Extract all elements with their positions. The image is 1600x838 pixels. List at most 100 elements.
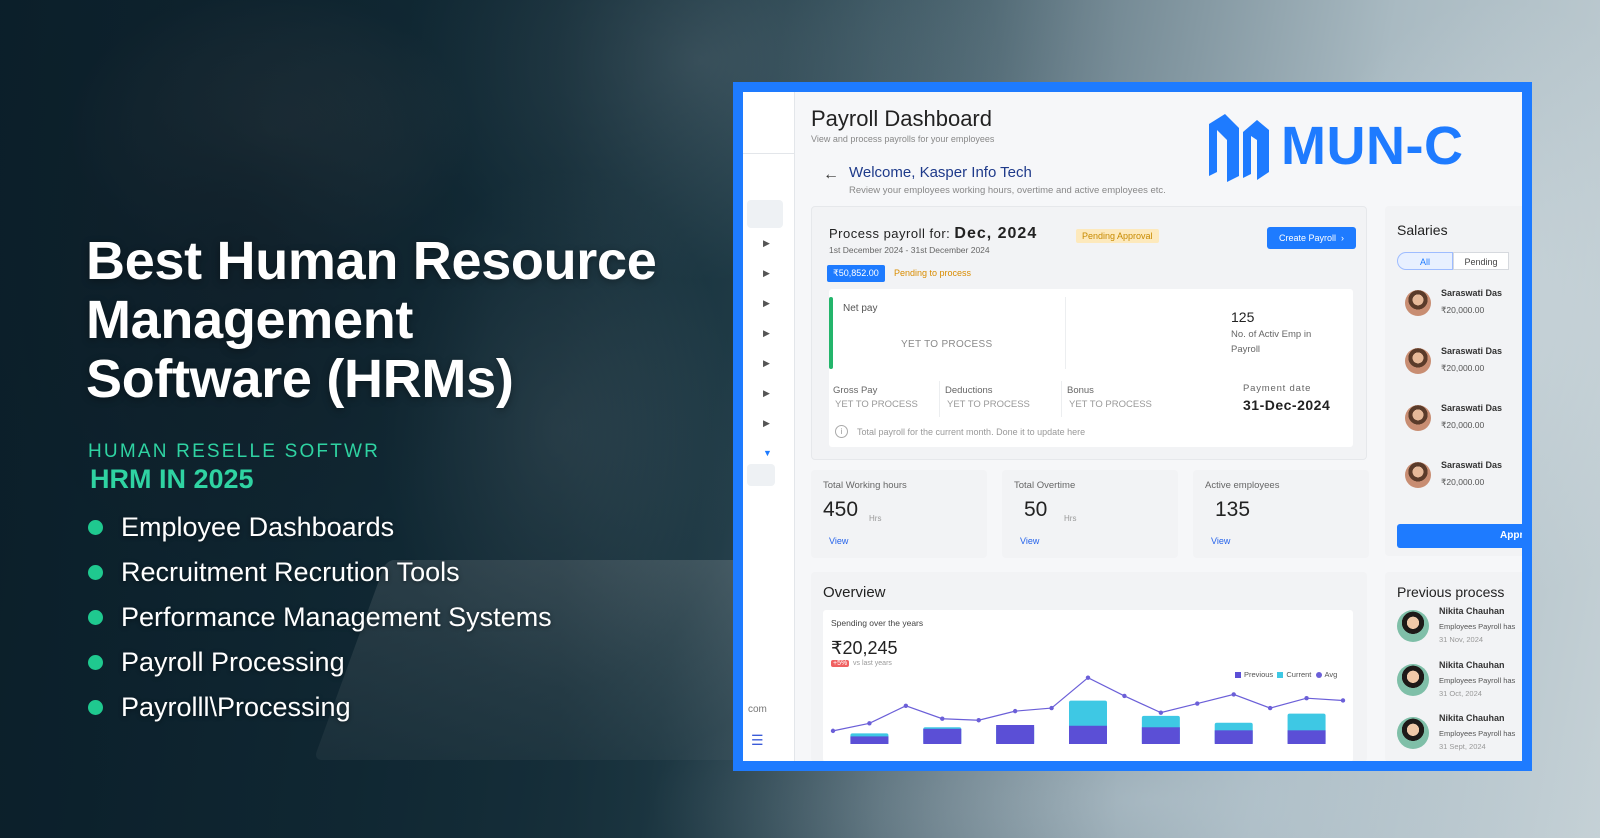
- back-arrow-icon[interactable]: ←: [823, 166, 839, 184]
- logo-mark-icon: [1209, 114, 1269, 182]
- avg-point: [1012, 708, 1018, 714]
- process-label-text: Process payroll for:: [829, 226, 951, 241]
- stat-label: Total Overtime: [1014, 480, 1076, 491]
- stat-card-active-employees: Active employees 135 View: [1193, 470, 1369, 558]
- salary-amount: ₹20,000.00: [1441, 363, 1485, 373]
- chevron-right-icon[interactable]: ▶: [763, 388, 770, 399]
- active-emp-label: No. of Activ Emp in Payroll: [1231, 329, 1312, 355]
- avg-point: [830, 728, 836, 734]
- salary-name: Saraswati Das: [1441, 460, 1503, 470]
- salaries-tabs: All Pending: [1397, 252, 1509, 270]
- avg-point: [1122, 693, 1127, 699]
- payroll-dashboard: ▶ ▶ ▶ ▶ ▶ ▶ ▶ ▼ com ☰ Payroll Dashboard …: [743, 92, 1522, 761]
- bullet-dot-icon: [88, 520, 103, 535]
- stat-card-working-hours: Total Working hours 450 Hrs View: [811, 470, 987, 558]
- avg-point: [976, 718, 981, 723]
- process-dates: 1st December 2024 - 31st December 2024: [829, 245, 990, 255]
- bullet-dot-icon: [88, 565, 103, 580]
- headline-line-2: Management: [86, 290, 414, 350]
- chevron-right-icon[interactable]: ▶: [763, 268, 770, 279]
- payroll-summary: Net pay YET TO PROCESS 125 No. of Activ …: [829, 289, 1353, 447]
- process-label: Process payroll for: Dec, 2024: [829, 225, 1037, 243]
- page-title: Payroll Dashboard: [811, 106, 992, 131]
- bar-previous: [1069, 725, 1107, 744]
- avg-point: [1085, 675, 1091, 680]
- view-link[interactable]: View: [1020, 536, 1039, 546]
- bar-previous: [1141, 727, 1180, 744]
- sidebar-footer-text: com: [748, 704, 767, 715]
- headline-line-1: Best Human Resource: [86, 231, 657, 291]
- previous-process-panel: Previous process Nikita Chauhan Employee…: [1385, 572, 1522, 761]
- sidebar-item[interactable]: [747, 464, 775, 486]
- divider: [939, 381, 940, 417]
- stat-value: 135: [1215, 498, 1251, 521]
- salaries-panel: Salaries All Pending Saraswati Das ₹20,0…: [1385, 206, 1522, 556]
- deductions-value: YET TO PROCESS: [947, 399, 1030, 410]
- stat-unit: Hrs: [869, 514, 882, 523]
- stat-card-overtime: Total Overtime 50 Hrs View: [1002, 470, 1178, 558]
- feature-item: Recruitment Recrution Tools: [88, 550, 552, 595]
- previous-name: Nikita Chauhan: [1439, 713, 1505, 723]
- pending-note: Pending to process: [894, 268, 972, 278]
- create-payroll-button[interactable]: Create Payroll ›: [1266, 227, 1356, 249]
- avg-point: [940, 716, 945, 721]
- avg-point: [1267, 705, 1273, 711]
- view-link[interactable]: View: [829, 536, 848, 546]
- salaries-title: Salaries: [1397, 222, 1448, 238]
- stat-label: Active employees: [1205, 480, 1280, 491]
- approve-button[interactable]: Approv: [1397, 524, 1522, 548]
- divider: [1065, 297, 1066, 369]
- avatar: [1397, 664, 1429, 696]
- chevron-right-icon[interactable]: ▶: [763, 298, 770, 309]
- menu-icon[interactable]: ☰: [751, 732, 764, 749]
- avatar: [1405, 348, 1431, 374]
- chevron-right-icon[interactable]: ▶: [763, 358, 770, 369]
- net-pay-value: YET TO PROCESS: [901, 339, 993, 350]
- process-payroll-card: Process payroll for: Dec, 2024 Pending A…: [811, 206, 1367, 460]
- chevron-right-icon[interactable]: ▶: [763, 418, 770, 429]
- bonus-label: Bonus: [1067, 385, 1094, 396]
- tab-all[interactable]: All: [1397, 252, 1453, 270]
- welcome-subtitle: Review your employees working hours, ove…: [849, 185, 1166, 196]
- info-text: Total payroll for the current month. Don…: [857, 427, 1086, 437]
- logo-text: MUN-C: [1281, 116, 1464, 176]
- overview-panel: Overview Spending over the years ₹20,245…: [811, 572, 1367, 761]
- overview-chart-card: Spending over the years ₹20,245 +5% vs l…: [823, 610, 1353, 761]
- previous-date: 31 Oct, 2024: [1439, 689, 1482, 698]
- previous-date: 31 Nov, 2024: [1439, 635, 1484, 644]
- active-emp-count: 125: [1231, 309, 1255, 325]
- payment-date-label: Payment date: [1243, 383, 1312, 394]
- bar-previous: [996, 725, 1035, 744]
- bar-previous: [1287, 730, 1326, 744]
- welcome-heading: Welcome, Kasper Info Tech: [849, 164, 1032, 181]
- feature-item: Payrolll\Processing: [88, 685, 552, 730]
- avatar: [1397, 610, 1429, 642]
- overview-title: Overview: [823, 584, 886, 601]
- feature-label: Recruitment Recrution Tools: [121, 557, 460, 587]
- tab-pending[interactable]: Pending: [1453, 252, 1509, 270]
- hero-subtitle-2: HRM IN 2025: [90, 464, 254, 494]
- previous-desc: Employees Payroll has: [1439, 676, 1516, 685]
- process-month: Dec, 2024: [954, 225, 1038, 242]
- payment-date: 31-Dec-2024: [1243, 397, 1331, 413]
- feature-label: Payroll Processing: [121, 647, 345, 677]
- bonus-value: YET TO PROCESS: [1069, 399, 1152, 410]
- chevron-down-icon[interactable]: ▼: [763, 448, 772, 458]
- sidebar-item-active[interactable]: [747, 200, 783, 228]
- bullet-dot-icon: [88, 700, 103, 715]
- status-badge: Pending Approval: [1076, 229, 1159, 243]
- chevron-right-icon[interactable]: ▶: [763, 328, 770, 339]
- feature-label: Payrolll\Processing: [121, 692, 351, 722]
- feature-label: Performance Management Systems: [121, 602, 552, 632]
- net-pay-label: Net pay: [843, 303, 878, 314]
- view-link[interactable]: View: [1211, 536, 1230, 546]
- previous-desc: Employees Payroll has: [1439, 729, 1516, 738]
- sidebar-header: [743, 92, 795, 154]
- avatar: [1405, 462, 1431, 488]
- avg-point: [867, 721, 872, 726]
- avg-point: [1158, 710, 1164, 715]
- avg-point: [1340, 698, 1346, 703]
- avg-point: [1195, 701, 1200, 706]
- chevron-right-icon[interactable]: ▶: [763, 238, 770, 249]
- avg-point: [1304, 696, 1309, 701]
